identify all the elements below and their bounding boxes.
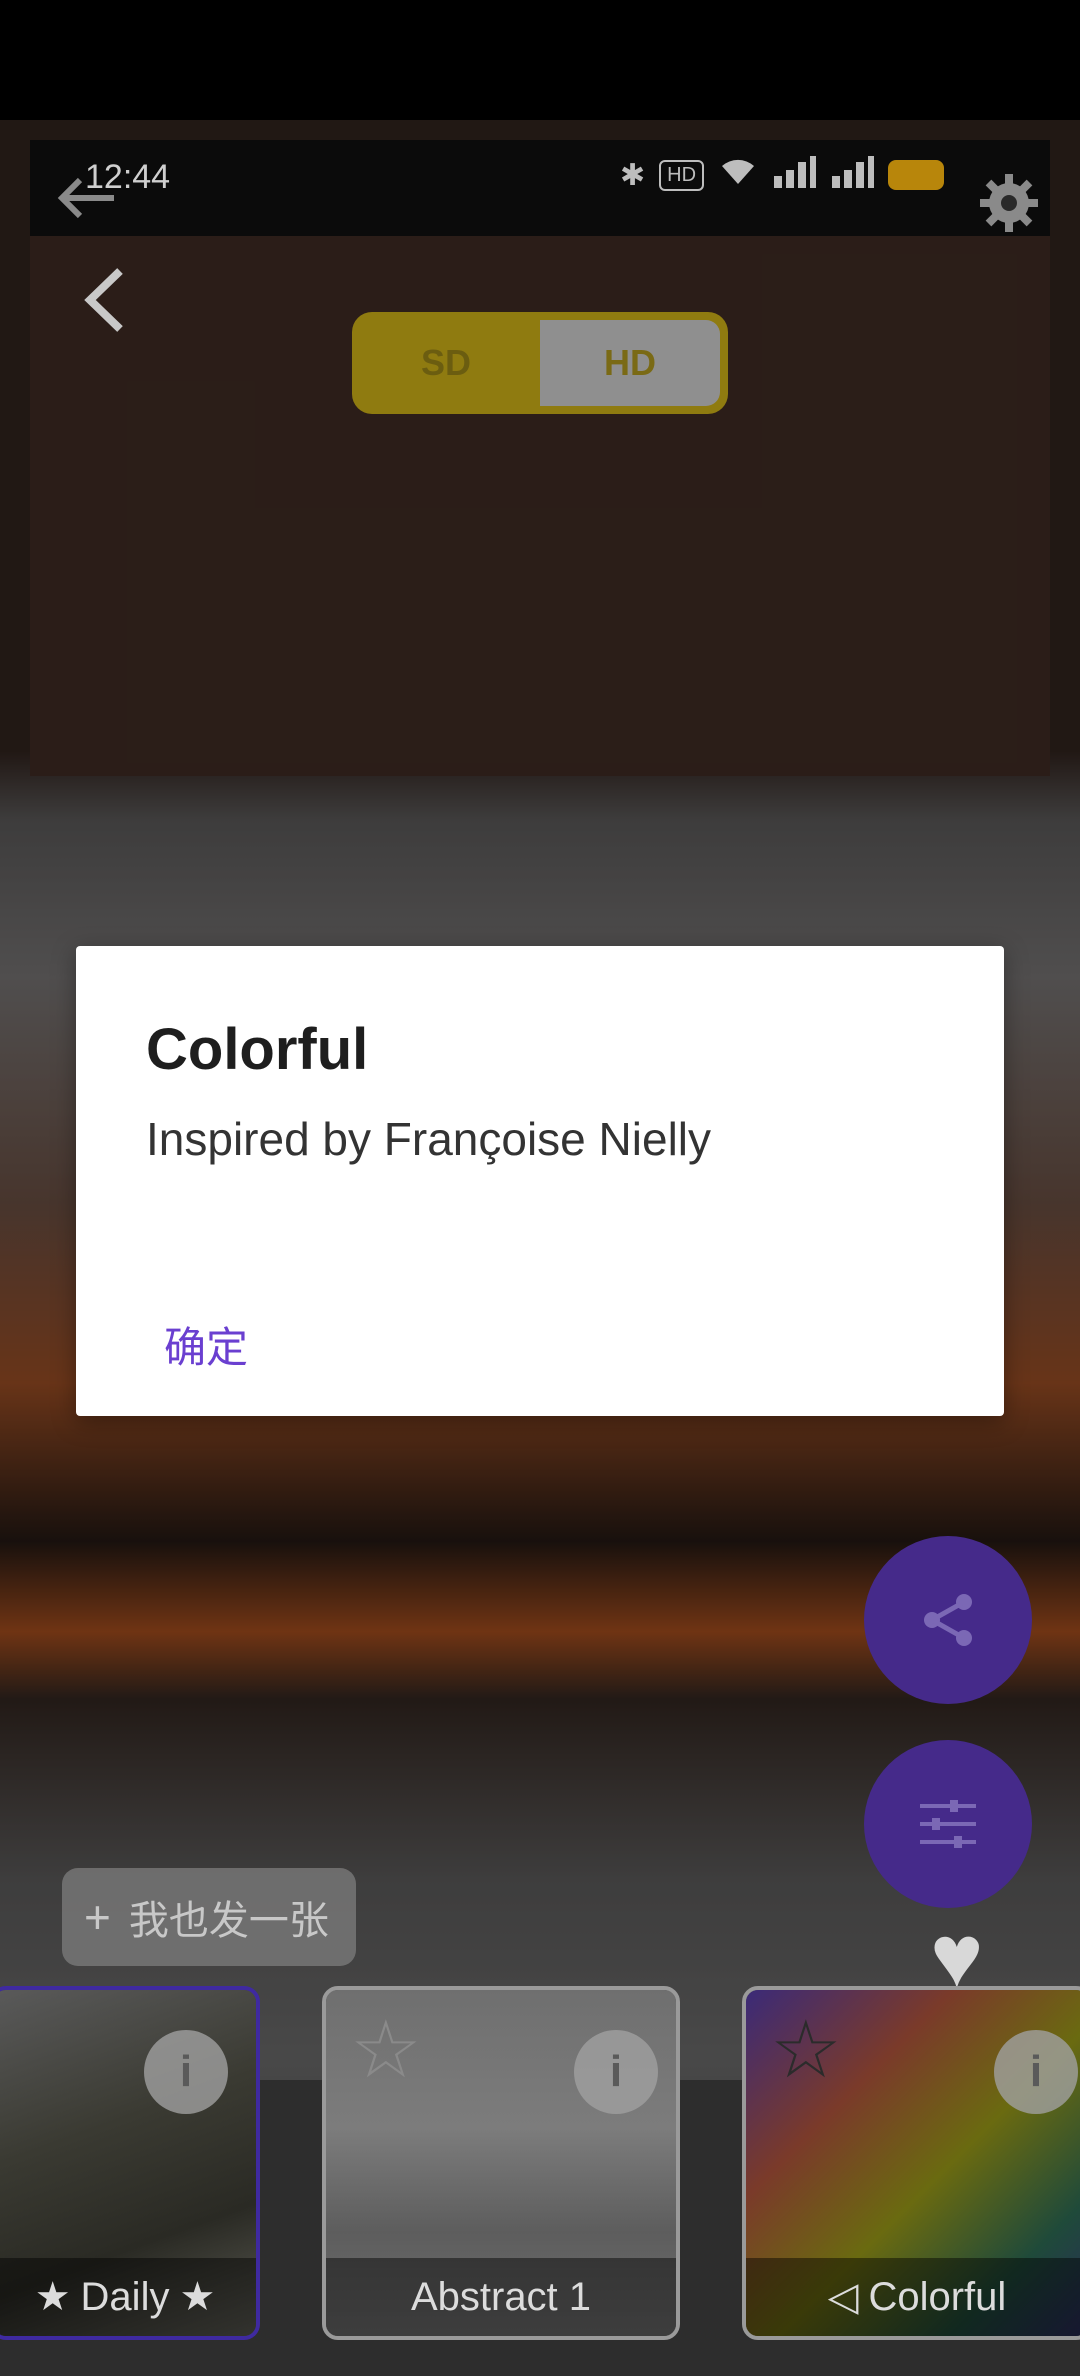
status-icons: ✱ HD (620, 150, 945, 200)
share-chip[interactable]: + 我也发一张 (62, 1868, 356, 1966)
battery-icon (888, 160, 945, 190)
bluetooth-icon: ✱ (620, 158, 646, 192)
star-icon: ★ (34, 2275, 71, 2319)
share-chip-label: 我也发一张 (128, 1899, 329, 1943)
info-icon[interactable]: i (574, 2030, 658, 2114)
play-back-icon: ◁ (827, 2275, 859, 2319)
share-icon (924, 1594, 972, 1646)
gear-icon[interactable] (976, 170, 1042, 236)
adjust-button[interactable] (864, 1740, 1032, 1908)
info-icon[interactable]: i (994, 2030, 1078, 2114)
confirm-button[interactable]: 确定 (150, 1306, 262, 1383)
back-chevron-icon[interactable] (80, 265, 130, 347)
star-outline-icon[interactable]: ☆ (350, 2010, 422, 2090)
back-arrow-icon[interactable] (54, 172, 118, 232)
signal-icon (830, 154, 875, 196)
style-card-daily[interactable]: i ★ Daily ★ (0, 1986, 260, 2340)
style-card-abstract-1[interactable]: ☆ i Abstract 1 (322, 1986, 680, 2340)
hd-option[interactable]: HD (540, 320, 720, 406)
quality-toggle[interactable]: SD HD (352, 312, 728, 414)
info-icon[interactable]: i (144, 2030, 228, 2114)
style-label: ◁ Colorful (746, 2258, 1080, 2336)
style-label: Abstract 1 (326, 2258, 676, 2336)
star-icon: ★ (179, 2275, 216, 2319)
sliders-icon (920, 1800, 976, 1848)
star-outline-icon[interactable]: ☆ (770, 2010, 842, 2090)
dialog-title: Colorful (146, 1017, 369, 1082)
wifi-icon (718, 154, 758, 196)
plus-icon: + (84, 1891, 111, 1943)
dialog-message: Inspired by Françoise Nielly (146, 1113, 712, 1165)
sd-option[interactable]: SD (352, 312, 540, 414)
signal-icon (772, 154, 817, 196)
hd-icon: HD (659, 159, 705, 191)
style-card-colorful[interactable]: ☆ i ◁ Colorful (742, 1986, 1080, 2340)
share-button[interactable] (864, 1536, 1032, 1704)
style-label: ★ Daily ★ (0, 2258, 256, 2336)
style-info-dialog: Colorful Inspired by Françoise Nielly 确定 (76, 946, 1004, 1416)
